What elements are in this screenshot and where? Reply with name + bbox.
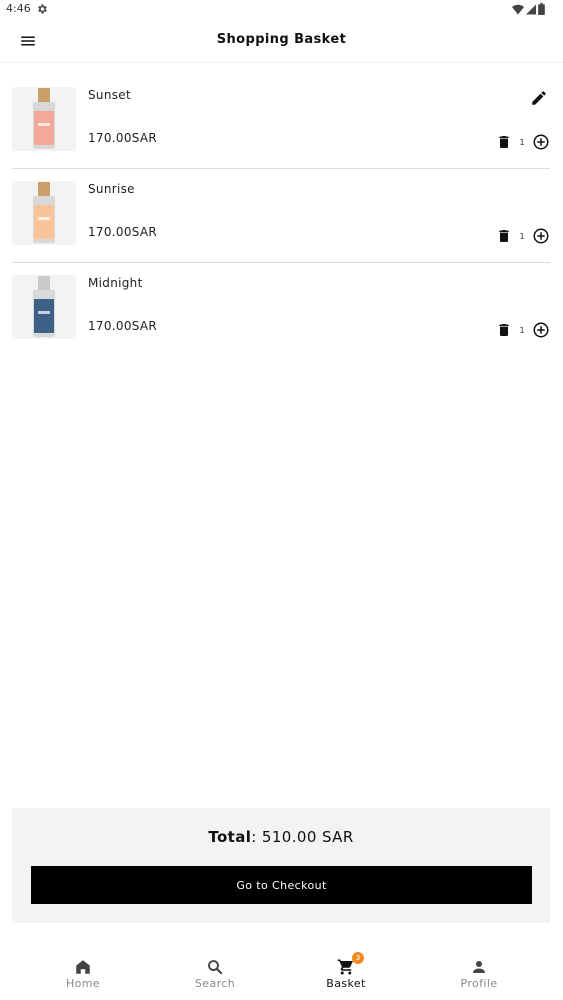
item-price: 170.00SAR <box>88 319 158 333</box>
total-label: Total <box>208 828 252 846</box>
trash-icon[interactable] <box>496 133 512 151</box>
nav-label: Home <box>65 977 101 990</box>
quantity-stepper: 1 <box>496 227 550 245</box>
quantity-value: 1 <box>519 325 525 335</box>
quantity-value: 1 <box>519 231 525 241</box>
item-price: 170.00SAR <box>88 225 158 239</box>
status-bar: 4:46 <box>0 0 563 20</box>
item-name: Midnight <box>88 276 143 290</box>
status-time: 4:46 <box>6 2 31 15</box>
total-panel: Total: 510.00 SAR Go to Checkout <box>12 808 550 923</box>
total-value: 510.00 SAR <box>261 828 354 846</box>
item-name: Sunset <box>88 88 131 102</box>
product-image <box>12 87 76 151</box>
basket-list: Sunset 170.00SAR 1 Sunrise 170.00SAR 1 M… <box>12 75 550 357</box>
cart-icon-wrap: 3 <box>337 952 364 976</box>
person-icon <box>473 961 485 973</box>
bottom-nav: Home Search 3 Basket Profile <box>0 950 563 1000</box>
signal-icon <box>526 4 536 14</box>
battery-icon <box>538 3 545 15</box>
add-circle-icon[interactable] <box>532 133 550 151</box>
product-image <box>12 275 76 339</box>
quantity-stepper: 1 <box>496 133 550 151</box>
cart-badge: 3 <box>352 952 364 964</box>
quantity-value: 1 <box>519 137 525 147</box>
search-icon <box>208 960 223 975</box>
nav-label: Search <box>194 977 236 990</box>
basket-item: Sunset 170.00SAR 1 <box>12 75 550 169</box>
quantity-stepper: 1 <box>496 321 550 339</box>
nav-item-basket[interactable]: 3 Basket <box>301 952 391 990</box>
item-name: Sunrise <box>88 182 135 196</box>
basket-item: Sunrise 170.00SAR 1 <box>12 169 550 263</box>
status-indicators <box>512 3 545 15</box>
nav-item-search[interactable]: Search <box>170 958 260 990</box>
page-title: Shopping Basket <box>216 32 347 47</box>
home-icon <box>76 960 90 974</box>
basket-item: Midnight 170.00SAR 1 <box>12 263 550 357</box>
add-circle-icon[interactable] <box>532 321 550 339</box>
app-bar: Shopping Basket <box>0 20 563 63</box>
checkout-button[interactable]: Go to Checkout <box>31 866 532 904</box>
nav-label: Profile <box>460 977 498 990</box>
nav-item-profile[interactable]: Profile <box>434 958 524 990</box>
total-line: Total: 510.00 SAR <box>12 828 550 846</box>
trash-icon[interactable] <box>496 321 512 339</box>
wifi-icon <box>512 4 524 14</box>
trash-icon[interactable] <box>496 227 512 245</box>
nav-item-home[interactable]: Home <box>38 958 128 990</box>
total-colon: : <box>251 828 262 846</box>
edit-icon[interactable] <box>530 89 548 107</box>
product-image <box>12 181 76 245</box>
gear-icon <box>38 4 47 14</box>
item-price: 170.00SAR <box>88 131 158 145</box>
nav-label: Basket <box>326 977 366 990</box>
add-circle-icon[interactable] <box>532 227 550 245</box>
